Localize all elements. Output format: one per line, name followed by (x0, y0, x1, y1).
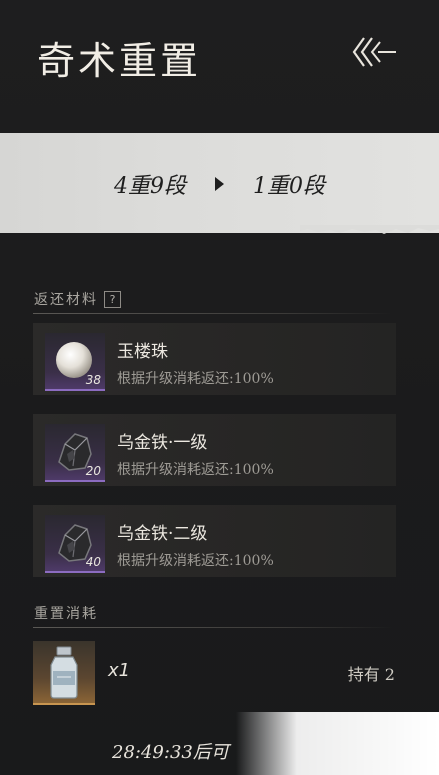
material-count: 38 (85, 373, 101, 387)
skill-reset-screen: 奇术重置 4重9段 1重0段 返还材料? 38 玉楼珠 根据升级消耗返还:100… (0, 0, 439, 775)
from-level: 4重9段 (114, 174, 186, 199)
help-icon[interactable]: ? (104, 291, 121, 308)
returned-materials-title: 返还材料 (34, 292, 98, 308)
material-card[interactable]: 38 玉楼珠 根据升级消耗返还:100% (33, 323, 396, 395)
bottle-icon (50, 646, 78, 699)
material-return-rate: 根据升级消耗返还:100% (117, 553, 274, 569)
material-return-rate: 根据升级消耗返还:100% (117, 371, 274, 387)
back-button[interactable] (350, 32, 398, 72)
section-divider (33, 313, 393, 314)
play-arrow-icon (215, 177, 224, 191)
banner-torn-edge (300, 225, 439, 234)
material-icon-frame: 38 (45, 333, 105, 391)
cost-quantity: x1 (108, 660, 131, 681)
section-divider (33, 627, 393, 628)
page-title: 奇术重置 (37, 39, 202, 83)
material-name: 乌金铁·二级 (117, 524, 208, 544)
cost-item-frame[interactable] (33, 641, 95, 705)
material-card[interactable]: 40 乌金铁·二级 根据升级消耗返还:100% (33, 505, 396, 577)
material-icon-frame: 40 (45, 515, 105, 573)
material-count: 40 (85, 555, 101, 569)
returned-materials-header: 返还材料? (34, 289, 121, 309)
material-count: 20 (85, 464, 101, 478)
material-card[interactable]: 20 乌金铁·一级 根据升级消耗返还:100% (33, 414, 396, 486)
cooldown-timer: 28:49:33后可 (112, 742, 229, 763)
reset-cost-title: 重置消耗 (34, 606, 98, 622)
material-icon-frame: 20 (45, 424, 105, 482)
back-chevrons-icon (352, 37, 396, 67)
level-change: 4重9段 1重0段 (0, 168, 439, 200)
to-level: 1重0段 (253, 174, 325, 199)
held-count: 持有 2 (347, 665, 395, 684)
watermark-overlay (236, 712, 439, 775)
material-name: 乌金铁·一级 (117, 433, 208, 453)
material-return-rate: 根据升级消耗返还:100% (117, 462, 274, 478)
material-name: 玉楼珠 (117, 342, 168, 362)
